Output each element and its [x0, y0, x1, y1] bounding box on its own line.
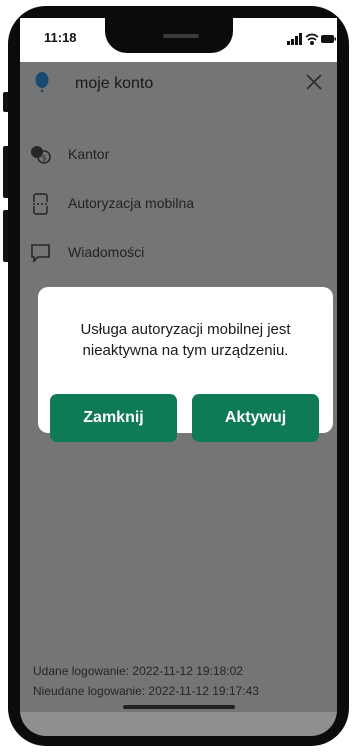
battery-icon — [321, 35, 336, 43]
status-icons — [287, 33, 336, 46]
status-time: 11:18 — [44, 30, 77, 45]
signal-icon — [287, 33, 302, 45]
speaker — [163, 34, 199, 38]
dialog-message: Usługa autoryzacji mobilnej jest nieakty… — [80, 321, 291, 359]
wifi-icon — [305, 33, 319, 46]
close-button[interactable]: Zamknij — [50, 394, 177, 442]
activate-button[interactable]: Aktywuj — [192, 394, 319, 442]
home-indicator[interactable] — [123, 705, 235, 709]
